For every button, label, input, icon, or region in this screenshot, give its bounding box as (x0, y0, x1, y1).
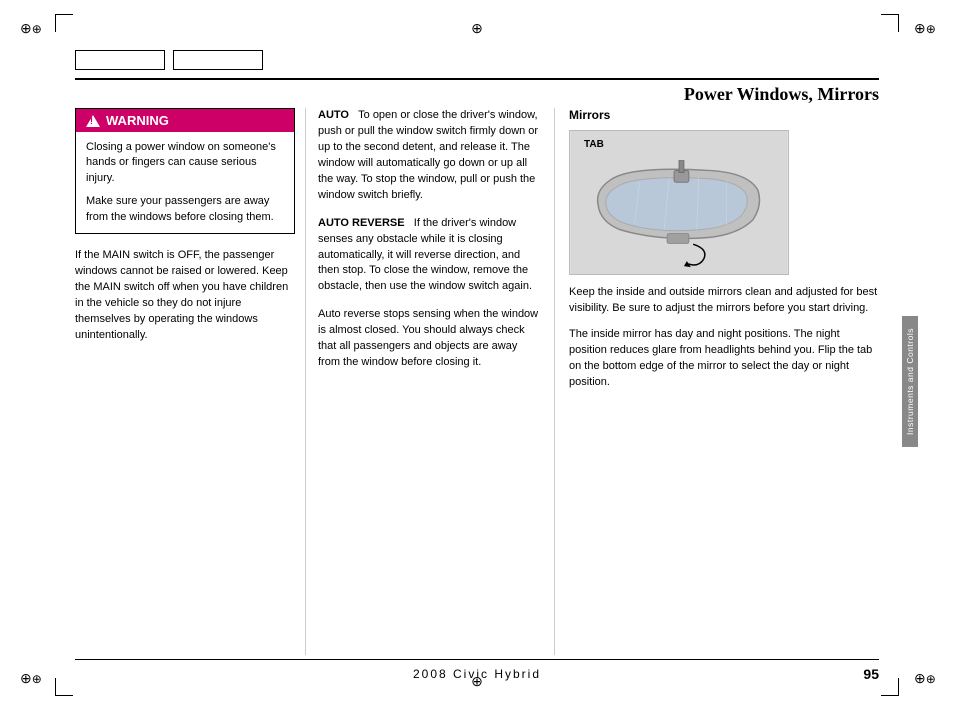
top-tab-2 (173, 50, 263, 70)
corner-mark-tr (881, 14, 899, 32)
left-main-text: If the MAIN switch is OFF, the passenger… (75, 248, 295, 344)
auto-reverse-paragraph-2: Auto reverse stops sensing when the wind… (318, 307, 542, 371)
page-title: Power Windows, Mirrors (684, 84, 879, 105)
reg-mark-tl: ⊕ (20, 20, 40, 40)
mirror-illustration: TAB (569, 130, 789, 275)
warning-header: WARNING (76, 109, 294, 132)
reg-mark-tr: ⊕ (914, 20, 934, 40)
top-tabs (75, 50, 263, 70)
auto-reverse-label: AUTO REVERSE (318, 217, 405, 229)
warning-text-1: Closing a power window on someone's hand… (86, 140, 284, 186)
mirrors-text-1: Keep the inside and outside mirrors clea… (569, 285, 879, 317)
warning-label: WARNING (106, 113, 169, 128)
sidebar-instruments-label: Instruments and Controls (902, 316, 918, 447)
page-header: Power Windows, Mirrors (75, 78, 879, 105)
corner-mark-tl (55, 14, 73, 32)
corner-mark-bl (55, 678, 73, 696)
warning-triangle-icon (86, 115, 100, 127)
sidebar-instruments: Instruments and Controls (902, 108, 918, 655)
auto-reverse-paragraph: AUTO REVERSE If the driver's window sens… (318, 216, 542, 296)
corner-mark-br (881, 678, 899, 696)
mirror-tab-label: TAB (584, 139, 604, 150)
middle-column: AUTO To open or close the driver's windo… (305, 108, 555, 655)
mirror-svg (570, 131, 788, 274)
warning-text-2: Make sure your passengers are away from … (86, 194, 284, 225)
content-area: WARNING Closing a power window on someon… (75, 108, 879, 655)
auto-paragraph: AUTO To open or close the driver's windo… (318, 108, 542, 204)
reg-mark-br: ⊕ (914, 670, 934, 690)
warning-body: Closing a power window on someone's hand… (76, 132, 294, 233)
mirrors-text-2: The inside mirror has day and night posi… (569, 327, 879, 391)
top-tab-1 (75, 50, 165, 70)
crosshair-top: ⊕ (471, 20, 483, 37)
auto-text: To open or close the driver's window, pu… (318, 109, 538, 201)
right-column: Mirrors TAB (555, 108, 879, 655)
warning-box: WARNING Closing a power window on someon… (75, 108, 295, 234)
mirrors-text: Keep the inside and outside mirrors clea… (569, 285, 879, 391)
page-footer: 2008 Civic Hybrid 95 (75, 659, 879, 682)
auto-label: AUTO (318, 109, 349, 121)
footer-center: 2008 Civic Hybrid (413, 667, 541, 681)
page-number: 95 (799, 666, 879, 682)
left-column: WARNING Closing a power window on someon… (75, 108, 305, 655)
mirrors-title: Mirrors (569, 108, 879, 122)
reg-mark-bl: ⊕ (20, 670, 40, 690)
